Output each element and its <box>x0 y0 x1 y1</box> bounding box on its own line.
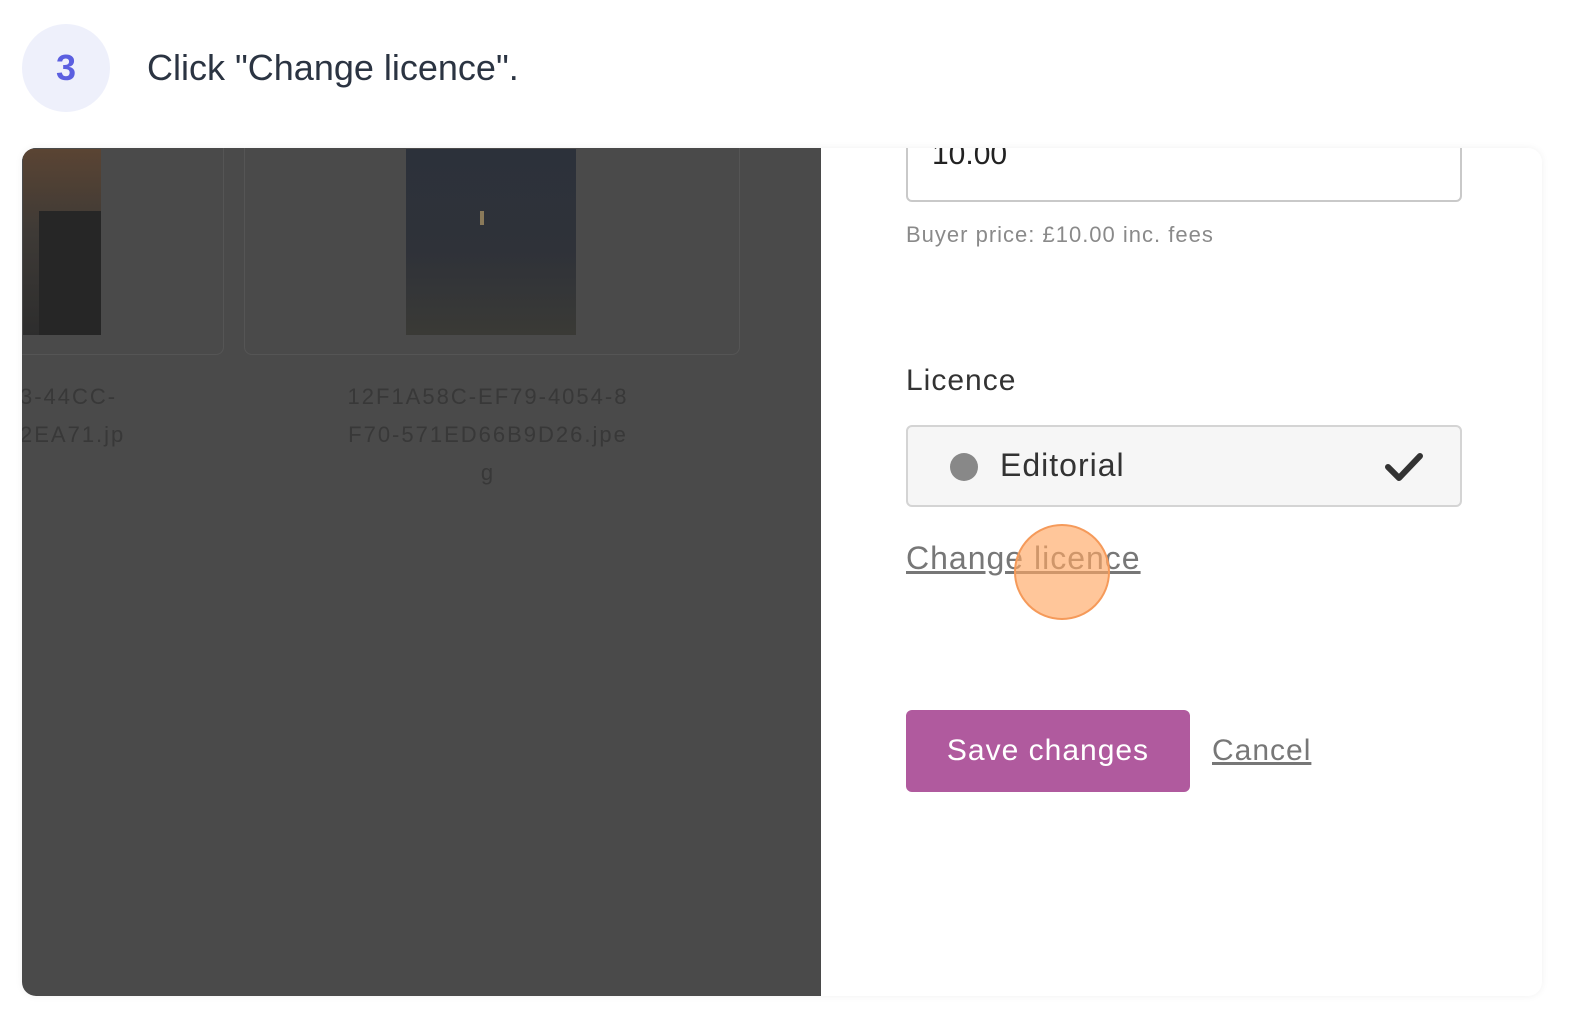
save-changes-button[interactable]: Save changes <box>906 710 1190 792</box>
price-value: 10.00 <box>932 148 1008 171</box>
step-number: 3 <box>55 47 77 88</box>
screenshot-frame: 3-44CC- 2EA71.jp 12F1A58C-EF79-4054-8 F7… <box>22 148 1542 996</box>
cancel-link[interactable]: Cancel <box>1212 734 1311 768</box>
check-icon <box>1385 453 1423 481</box>
licence-name: Editorial <box>1000 447 1125 483</box>
step-instruction: Click "Change licence". <box>147 47 519 88</box>
dimmed-file-grid: 3-44CC- 2EA71.jp 12F1A58C-EF79-4054-8 F7… <box>22 148 821 996</box>
file-thumbnail <box>23 149 101 335</box>
file-card <box>22 148 224 355</box>
file-name: 3-44CC- 2EA71.jp <box>22 384 126 447</box>
price-input[interactable]: 10.00 <box>906 148 1462 202</box>
buyer-price-hint: Buyer price: £10.00 inc. fees <box>906 222 1214 247</box>
circle-dot-icon <box>950 453 978 481</box>
file-name: 12F1A58C-EF79-4054-8 F70-571ED66B9D26.jp… <box>347 384 629 485</box>
licence-selected-option[interactable]: Editorial <box>906 425 1462 507</box>
tower-light <box>480 211 484 225</box>
file-thumbnail <box>406 149 576 335</box>
building-silhouette <box>39 211 101 335</box>
licence-label: Licence <box>906 364 1017 397</box>
step-number-badge: 3 <box>22 24 110 112</box>
change-licence-link[interactable]: Change licence <box>906 540 1141 577</box>
file-card <box>244 148 740 355</box>
